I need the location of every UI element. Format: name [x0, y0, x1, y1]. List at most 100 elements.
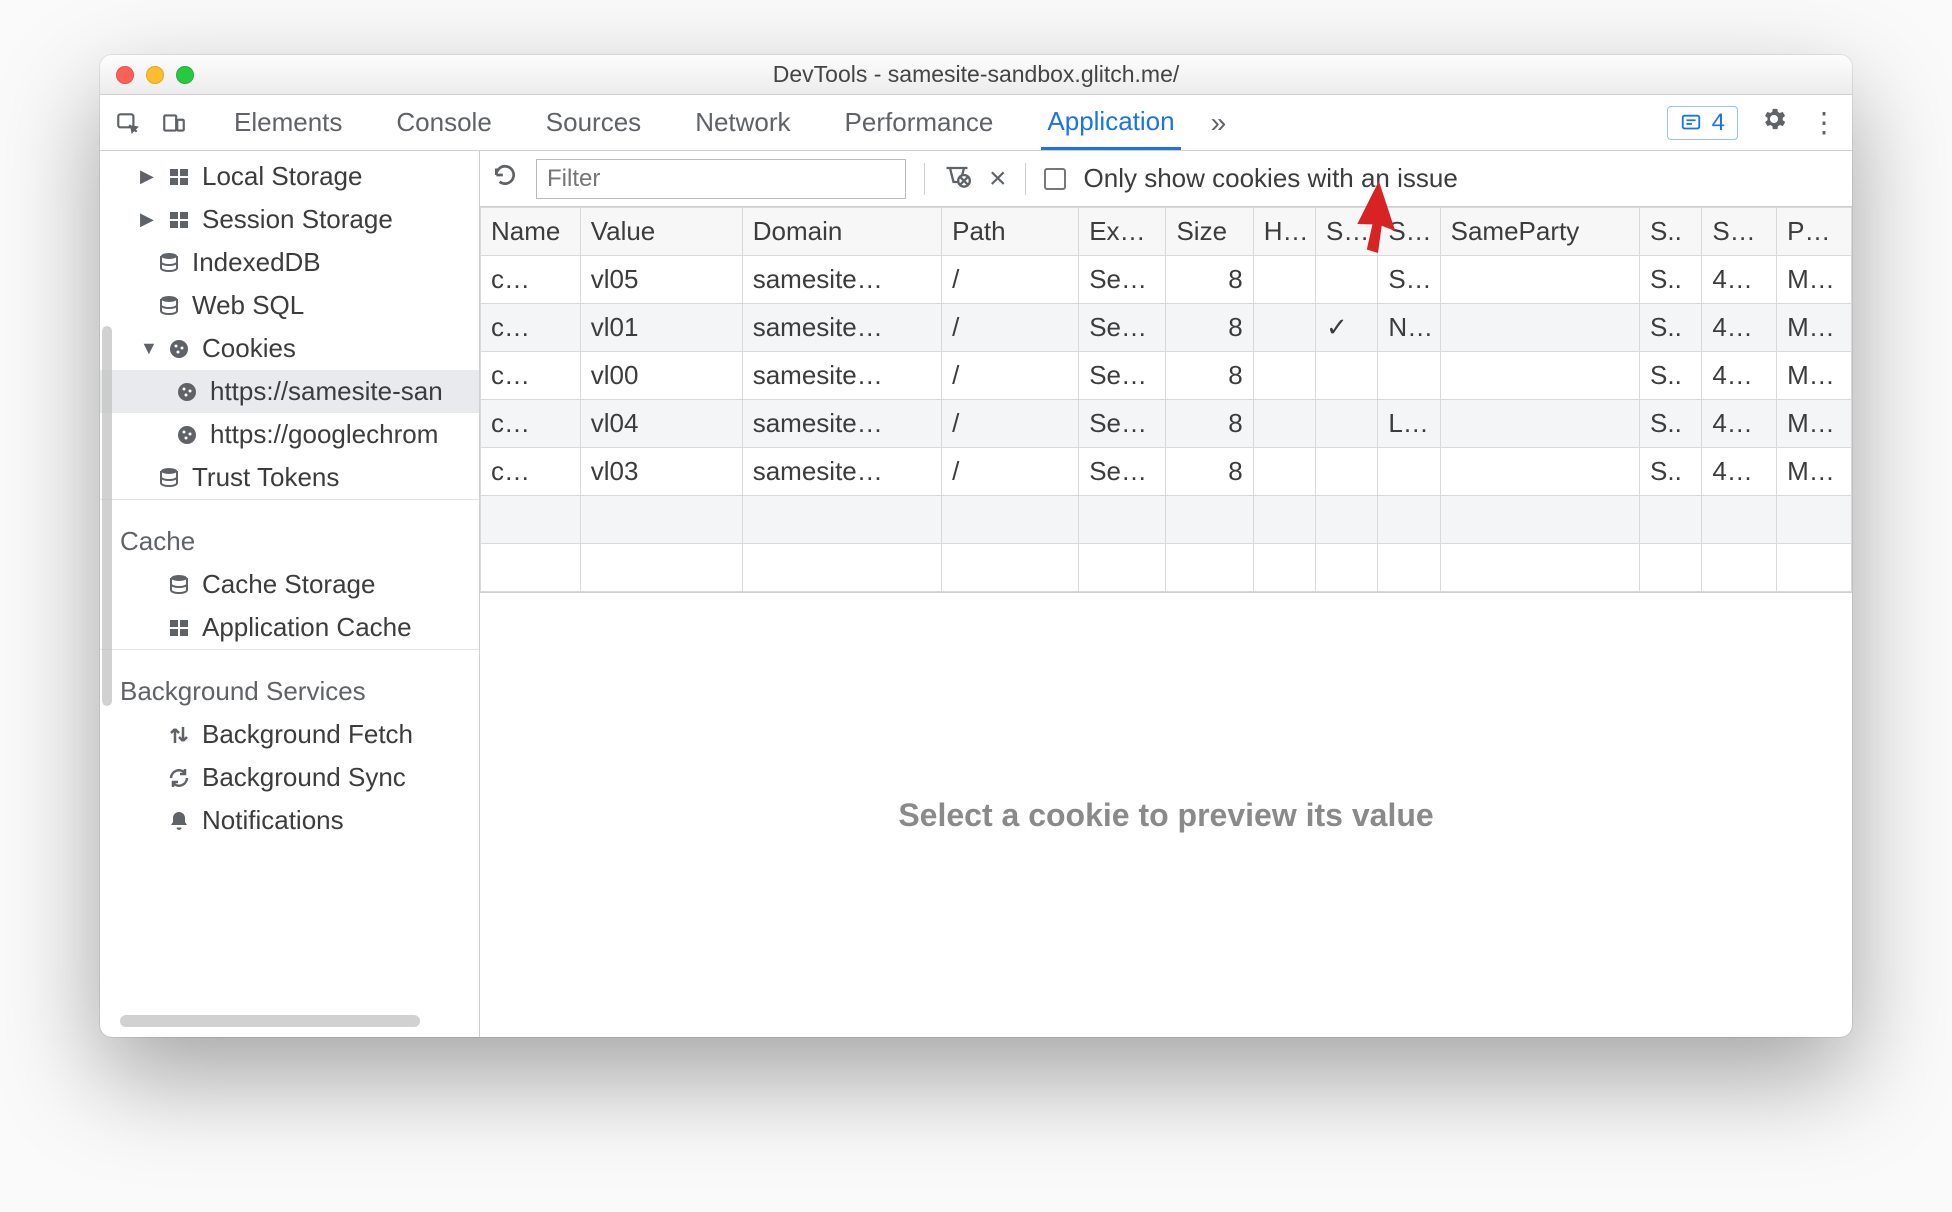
col-header-4[interactable]: Ex…: [1079, 208, 1166, 256]
cell-p: M…: [1777, 448, 1852, 496]
table-row[interactable]: c…vl00samesite…/Se…8S..4…M…: [481, 352, 1852, 400]
db-icon: [156, 465, 182, 491]
cell-s1: [1316, 400, 1378, 448]
cookies-table: NameValueDomainPathEx…SizeH…S…S…SamePart…: [480, 207, 1852, 593]
sidebar-item-label: Local Storage: [202, 161, 362, 192]
device-toolbar-icon[interactable]: [160, 109, 188, 137]
filter-input[interactable]: [536, 159, 906, 199]
cell-path: /: [942, 400, 1079, 448]
cell-value: vl05: [580, 256, 742, 304]
cell-value: vl00: [580, 352, 742, 400]
grid-icon: [166, 164, 192, 190]
tab-network[interactable]: Network: [689, 95, 796, 150]
refresh-icon[interactable]: [492, 162, 518, 195]
cell-h: [1253, 448, 1315, 496]
cell-h: [1253, 400, 1315, 448]
sidebar-bg-item-1[interactable]: ▶Background Sync: [100, 756, 479, 799]
sidebar-item-label: Web SQL: [192, 290, 304, 321]
sidebar-item-label: Background Fetch: [202, 719, 413, 750]
cell-ex: Se…: [1079, 400, 1166, 448]
tab-elements[interactable]: Elements: [228, 95, 348, 150]
cell-sb: 4…: [1702, 400, 1777, 448]
db-icon: [166, 572, 192, 598]
devtools-window: DevTools - samesite-sandbox.glitch.me/ E…: [100, 55, 1852, 1037]
sidebar-storage-item-5[interactable]: https://samesite-san: [100, 370, 479, 413]
grid-icon: [166, 207, 192, 233]
clear-filter-icon[interactable]: [943, 161, 971, 196]
sidebar-storage-item-0[interactable]: ▶ Local Storage: [100, 155, 479, 198]
sidebar-storage-item-4[interactable]: ▼Cookies: [100, 327, 479, 370]
sidebar-item-label: Cookies: [202, 333, 296, 364]
cell-ex: Se…: [1079, 304, 1166, 352]
cell-ex: Se…: [1079, 352, 1166, 400]
cookie-icon: [174, 379, 200, 405]
cell-s1: ✓: [1316, 304, 1378, 352]
cell-sb: 4…: [1702, 304, 1777, 352]
cell-p: M…: [1777, 304, 1852, 352]
sidebar-scrollbar[interactable]: [102, 326, 112, 706]
table-row[interactable]: c…vl05samesite…/Se…8S…S..4…M…: [481, 256, 1852, 304]
col-header-12[interactable]: P…: [1777, 208, 1852, 256]
sidebar-storage-item-7[interactable]: Trust Tokens: [100, 456, 479, 499]
sidebar-item-label: Notifications: [202, 805, 344, 836]
cell-party: [1440, 304, 1639, 352]
col-header-0[interactable]: Name: [481, 208, 581, 256]
issues-badge[interactable]: 4: [1667, 106, 1738, 140]
overflow-tabs-icon[interactable]: »: [1191, 107, 1227, 139]
only-issues-checkbox[interactable]: [1044, 168, 1066, 190]
col-header-5[interactable]: Size: [1166, 208, 1253, 256]
sidebar-storage-item-3[interactable]: Web SQL: [100, 284, 479, 327]
cell-ex: Se…: [1079, 448, 1166, 496]
tab-console[interactable]: Console: [390, 95, 497, 150]
table-row[interactable]: c…vl01samesite…/Se…8✓N…S..4…M…: [481, 304, 1852, 352]
col-header-3[interactable]: Path: [942, 208, 1079, 256]
cell-size: 8: [1166, 256, 1253, 304]
cell-size: 8: [1166, 448, 1253, 496]
bg-section-header: Background Services: [100, 649, 479, 713]
cell-sb: 4…: [1702, 256, 1777, 304]
devtools-tabbar: Elements Console Sources Network Performance…: [100, 95, 1852, 151]
settings-gear-icon[interactable]: [1760, 105, 1788, 140]
expand-right-icon: ▶: [140, 166, 156, 187]
db-icon: [156, 293, 182, 319]
col-header-6[interactable]: H…: [1253, 208, 1315, 256]
tab-sources[interactable]: Sources: [540, 95, 647, 150]
cell-party: [1440, 256, 1639, 304]
sidebar-storage-item-6[interactable]: https://googlechrom: [100, 413, 479, 456]
table-row[interactable]: c…vl04samesite…/Se…8L…S..4…M…: [481, 400, 1852, 448]
col-header-1[interactable]: Value: [580, 208, 742, 256]
cell-name: c…: [481, 304, 581, 352]
sidebar-horizontal-scrollbar[interactable]: [120, 1015, 420, 1027]
cookie-icon: [166, 336, 192, 362]
sidebar-storage-item-2[interactable]: IndexedDB: [100, 241, 479, 284]
col-header-11[interactable]: S…: [1702, 208, 1777, 256]
cell-size: 8: [1166, 352, 1253, 400]
table-row[interactable]: c…vl03samesite…/Se…8S..4…M…: [481, 448, 1852, 496]
more-options-icon[interactable]: ⋮: [1810, 106, 1838, 139]
cell-h: [1253, 352, 1315, 400]
inspect-element-icon[interactable]: [114, 109, 142, 137]
sidebar-cache-item-0[interactable]: ▶Cache Storage: [100, 563, 479, 606]
col-header-9[interactable]: SameParty: [1440, 208, 1639, 256]
updown-icon: [166, 722, 192, 748]
cell-path: /: [942, 352, 1079, 400]
sidebar-storage-item-1[interactable]: ▶Session Storage: [100, 198, 479, 241]
cell-sa: S..: [1640, 352, 1702, 400]
delete-icon[interactable]: ×: [989, 162, 1007, 196]
col-header-10[interactable]: S..: [1640, 208, 1702, 256]
table-row-empty: [481, 544, 1852, 592]
sidebar-cache-item-1[interactable]: ▶Application Cache: [100, 606, 479, 649]
sidebar-bg-item-0[interactable]: ▶Background Fetch: [100, 713, 479, 756]
cell-path: /: [942, 304, 1079, 352]
tab-performance[interactable]: Performance: [839, 95, 1000, 150]
cell-p: M…: [1777, 400, 1852, 448]
sync-icon: [166, 765, 192, 791]
sidebar-bg-item-2[interactable]: ▶Notifications: [100, 799, 479, 842]
tab-application[interactable]: Application: [1041, 95, 1180, 150]
sidebar-item-label: https://samesite-san: [210, 376, 443, 407]
cell-path: /: [942, 256, 1079, 304]
sidebar-item-label: https://googlechrom: [210, 419, 438, 450]
col-header-2[interactable]: Domain: [742, 208, 941, 256]
cell-value: vl01: [580, 304, 742, 352]
cell-domain: samesite…: [742, 352, 941, 400]
